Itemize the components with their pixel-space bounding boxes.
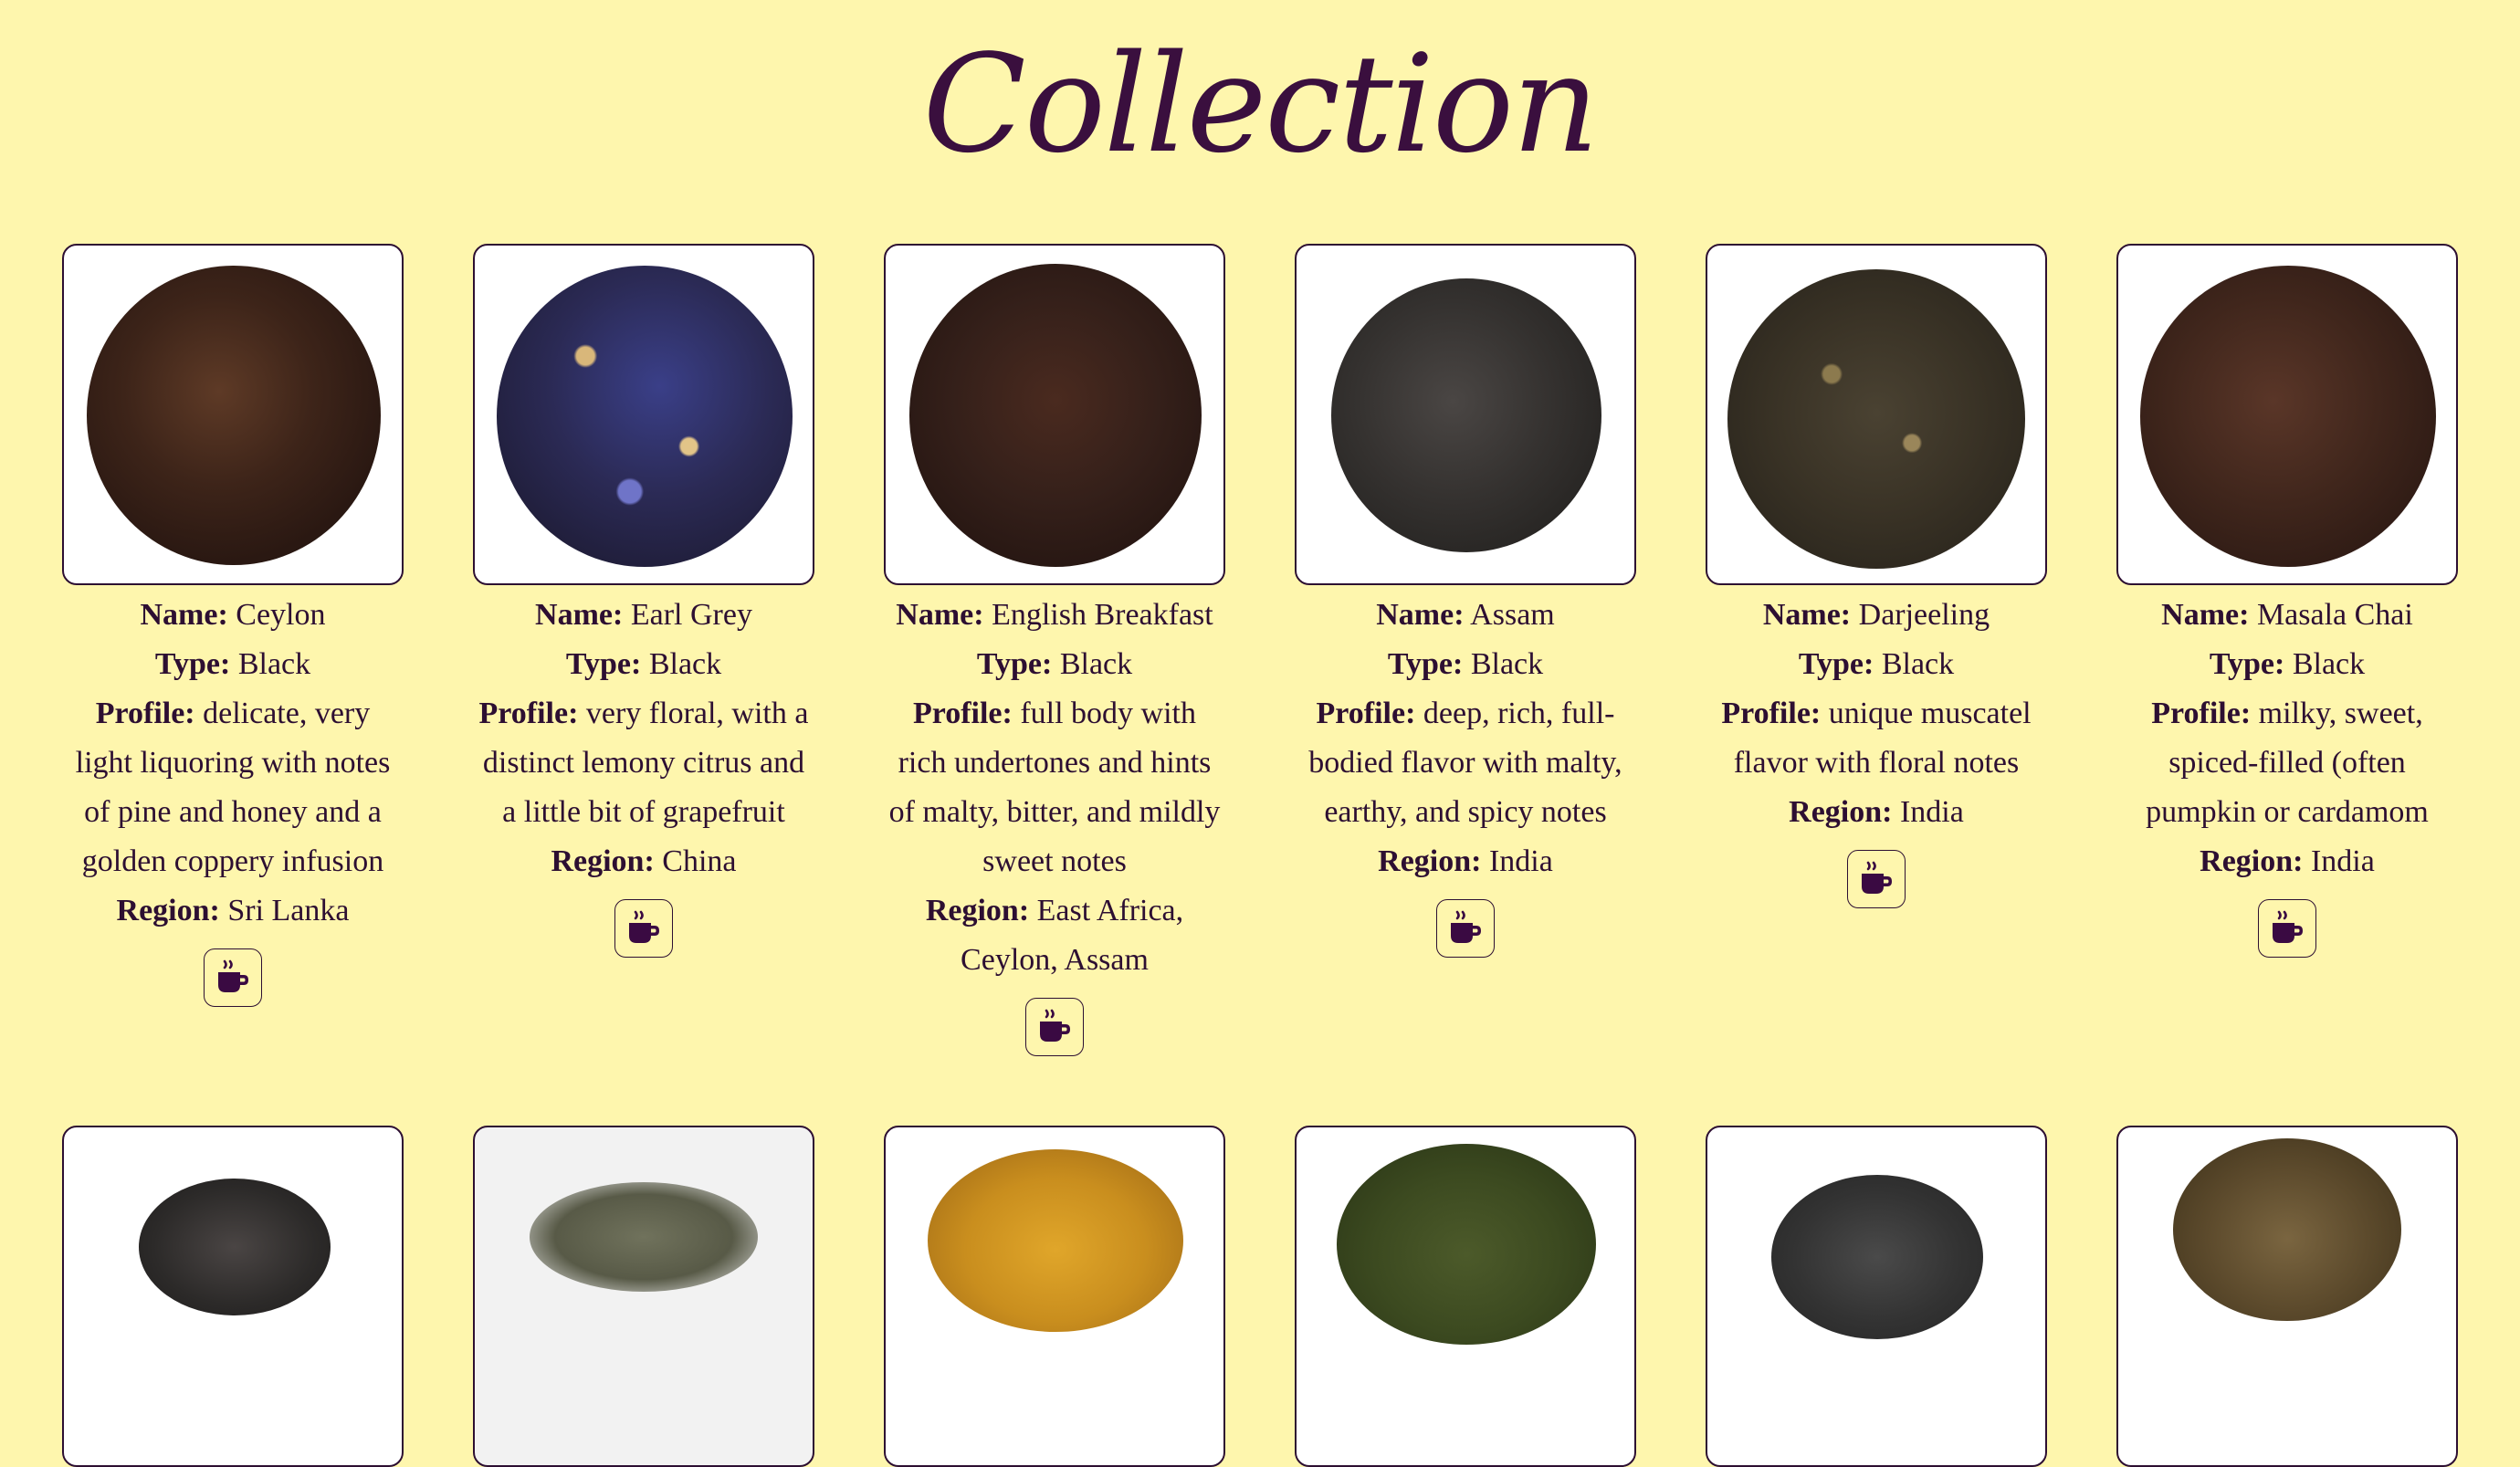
tea-name: Earl Grey xyxy=(630,598,752,632)
tea-photo xyxy=(1706,244,2047,585)
tea-description: Name: Earl Grey Type: Black Profile: ver… xyxy=(478,598,809,878)
page-title: Collection xyxy=(922,26,1600,183)
tea-card-row2-2 xyxy=(473,1126,814,1467)
tea-card-earl-grey: Name: Earl Grey Type: Black Profile: ver… xyxy=(473,244,814,962)
tea-card-assam: Name: Assam Type: Black Profile: deep, r… xyxy=(1295,244,1636,962)
tea-description: Name: Assam Type: Black Profile: deep, r… xyxy=(1308,598,1622,878)
tea-name: Masala Chai xyxy=(2256,598,2413,632)
coffee-cup-icon xyxy=(1862,861,1892,894)
tea-card-row2-3 xyxy=(884,1126,1225,1467)
tea-description: Name: Darjeeling Type: Black Profile: un… xyxy=(1721,598,2032,829)
tea-name: Ceylon xyxy=(236,598,326,632)
tea-card-english-breakfast: Name: English Breakfast Type: Black Prof… xyxy=(884,244,1225,1061)
tea-type: Black xyxy=(1470,647,1544,681)
tea-type: Black xyxy=(1881,647,1955,681)
coffee-cup-icon xyxy=(629,910,659,943)
tea-region: India xyxy=(2310,844,2375,878)
tea-region: India xyxy=(1899,795,1964,829)
tea-photo xyxy=(884,244,1225,585)
tea-type: Black xyxy=(237,647,311,681)
tea-description: Name: Masala Chai Type: Black Profile: m… xyxy=(2146,598,2429,878)
tea-region: China xyxy=(662,844,737,878)
tea-description: Name: English Breakfast Type: Black Prof… xyxy=(888,598,1221,977)
coffee-cup-icon xyxy=(2273,910,2303,943)
tea-photo xyxy=(473,244,814,585)
order-button[interactable] xyxy=(2258,899,2316,958)
tea-card-row2-4 xyxy=(1295,1126,1636,1467)
tea-photo xyxy=(62,1126,404,1467)
tea-photo xyxy=(2116,1126,2458,1467)
tea-card-masala-chai: Name: Masala Chai Type: Black Profile: m… xyxy=(2116,244,2458,962)
order-button[interactable] xyxy=(1436,899,1495,958)
coffee-cup-icon xyxy=(1040,1009,1070,1042)
tea-description: Name: Ceylon Type: Black Profile: delica… xyxy=(75,598,391,927)
tea-card-row2-5 xyxy=(1706,1126,2047,1467)
tea-type: Black xyxy=(648,647,722,681)
tea-card-row2-1 xyxy=(62,1126,404,1467)
tea-region: Sri Lanka xyxy=(227,894,350,927)
coffee-cup-icon xyxy=(218,959,248,992)
tea-card-darjeeling: Name: Darjeeling Type: Black Profile: un… xyxy=(1706,244,2047,913)
order-button[interactable] xyxy=(1025,998,1084,1056)
tea-photo xyxy=(473,1126,814,1467)
tea-photo xyxy=(62,244,404,585)
order-button[interactable] xyxy=(614,899,673,958)
tea-card-row2-6 xyxy=(2116,1126,2458,1467)
tea-photo xyxy=(2116,244,2458,585)
coffee-cup-icon xyxy=(1451,910,1481,943)
order-button[interactable] xyxy=(204,948,262,1007)
tea-name: English Breakfast xyxy=(992,598,1213,632)
order-button[interactable] xyxy=(1847,850,1906,908)
tea-region: India xyxy=(1488,844,1553,878)
tea-name: Assam xyxy=(1470,598,1555,632)
tea-photo xyxy=(1706,1126,2047,1467)
tea-name: Darjeeling xyxy=(1858,598,1990,632)
tea-type: Black xyxy=(2292,647,2366,681)
tea-photo xyxy=(1295,244,1636,585)
tea-card-ceylon: Name: Ceylon Type: Black Profile: delica… xyxy=(62,244,404,1011)
tea-photo xyxy=(1295,1126,1636,1467)
tea-photo xyxy=(884,1126,1225,1467)
tea-type: Black xyxy=(1059,647,1133,681)
